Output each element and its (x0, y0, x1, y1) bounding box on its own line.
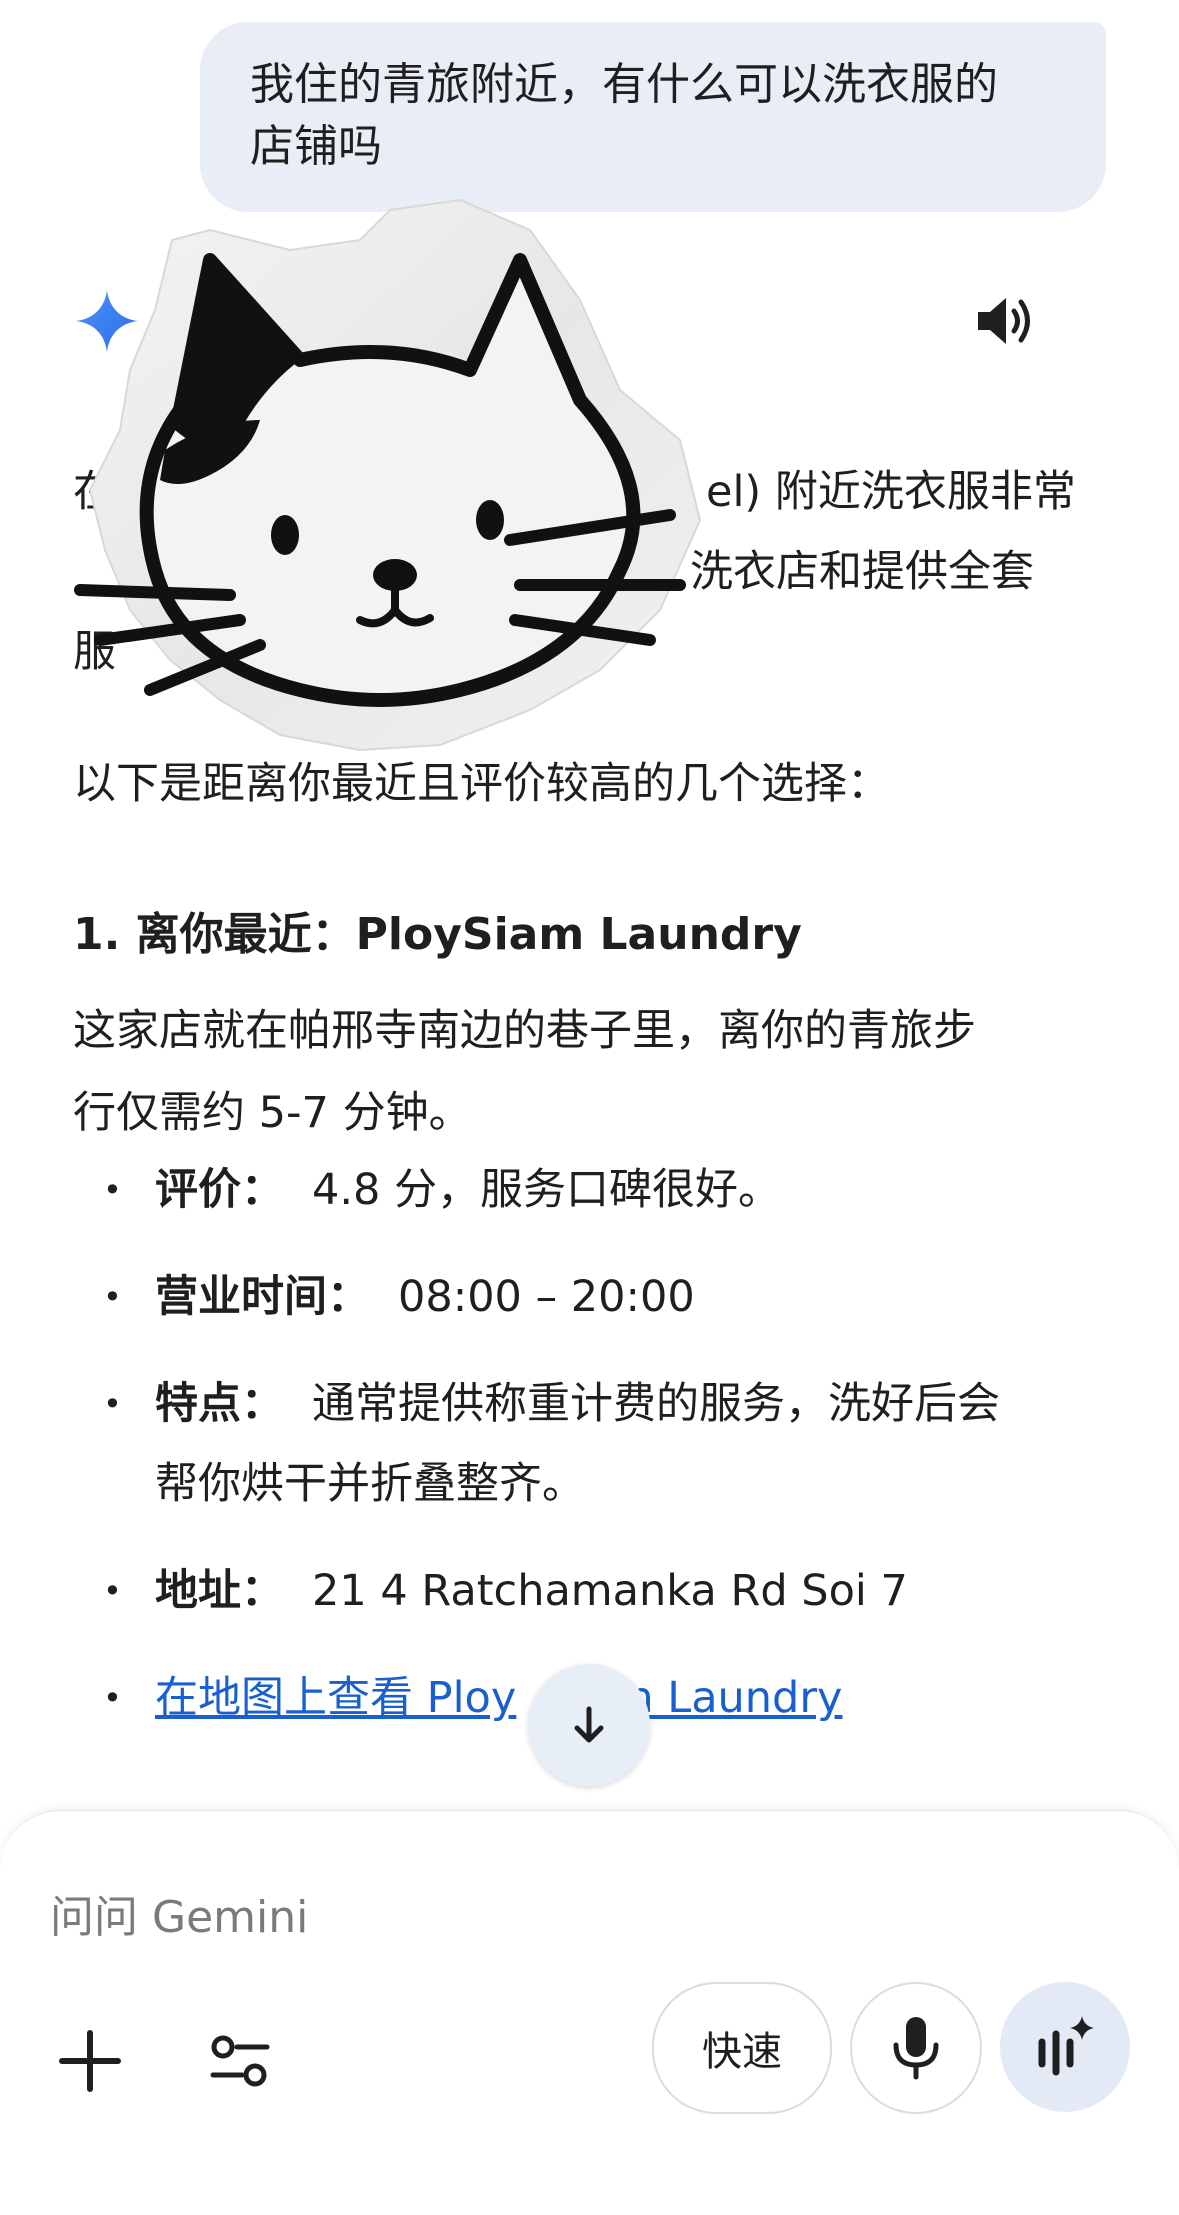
live-button[interactable] (1000, 1982, 1130, 2112)
user-message-bubble: 我住的青旅附近，有什么可以洗衣服的 店铺吗 (200, 22, 1106, 212)
bullet-label: 地址： (155, 1566, 284, 1616)
tools-button[interactable] (190, 2011, 290, 2111)
speaker-icon[interactable] (974, 292, 1036, 350)
item-paragraph: 这家店就在帕邢寺南边的巷子里，离你的青旅步 行仅需约 5-7 分钟。 (73, 990, 1113, 1154)
intro-text: el) 附近洗衣服非常 (706, 467, 1076, 517)
response-lead: 以下是距离你最近且评价较高的几个选择： (73, 759, 890, 809)
bullet-hours: 营业时间： 08:00 – 20:00 (73, 1257, 1123, 1337)
item-paragraph-line: 行仅需约 5-7 分钟。 (73, 1088, 472, 1138)
bullet-value: 帮你烘干并折叠整齐。 (155, 1459, 585, 1509)
item-paragraph-line: 这家店就在帕邢寺南边的巷子里，离你的青旅步 (73, 1006, 976, 1056)
item-heading: 1. 离你最近：PloySiam Laundry (73, 909, 802, 960)
microphone-icon (893, 2017, 939, 2080)
microphone-button[interactable] (850, 1982, 982, 2114)
user-message-line: 店铺吗 (250, 121, 382, 172)
bullet-value: 08:00 – 20:00 (398, 1272, 695, 1322)
bullet-address: 地址： 21 4 Ratchamanka Rd Soi 7 (73, 1551, 1123, 1631)
mode-selector-button[interactable]: 快速 (652, 1982, 832, 2114)
user-message-line: 我住的青旅附近，有什么可以洗衣服的 (250, 59, 998, 110)
map-link[interactable]: 在地图上查看 Ploy n Laundry (155, 1673, 842, 1723)
prompt-input[interactable] (48, 1881, 1052, 1953)
bullet-label: 评价： (155, 1165, 284, 1215)
arrow-down-icon (574, 1706, 604, 1743)
intro-text: 洗衣店和提供全套 (690, 547, 1034, 597)
bullet-value: 通常提供称重计费的服务，洗好后会 (312, 1379, 1000, 1429)
tools-icon (210, 2035, 270, 2087)
bullet-label: 特点： (155, 1379, 284, 1429)
live-waveform-icon (1038, 2016, 1094, 2076)
bullet-label: 营业时间： (155, 1272, 370, 1322)
bullet-value: 21 4 Ratchamanka Rd Soi 7 (312, 1566, 908, 1616)
bullet-features: 特点： 通常提供称重计费的服务，洗好后会 帮你烘干并折叠整齐。 (73, 1364, 1123, 1524)
plus-icon (59, 2030, 121, 2092)
bullet-value: 4.8 分，服务口碑很好。 (312, 1165, 782, 1215)
scroll-down-button[interactable] (528, 1664, 650, 1786)
cat-sticker (74, 198, 702, 752)
add-button[interactable] (40, 2011, 140, 2111)
bullet-rating: 评价： 4.8 分，服务口碑很好。 (73, 1150, 1123, 1230)
composer-panel (0, 1810, 1179, 2215)
